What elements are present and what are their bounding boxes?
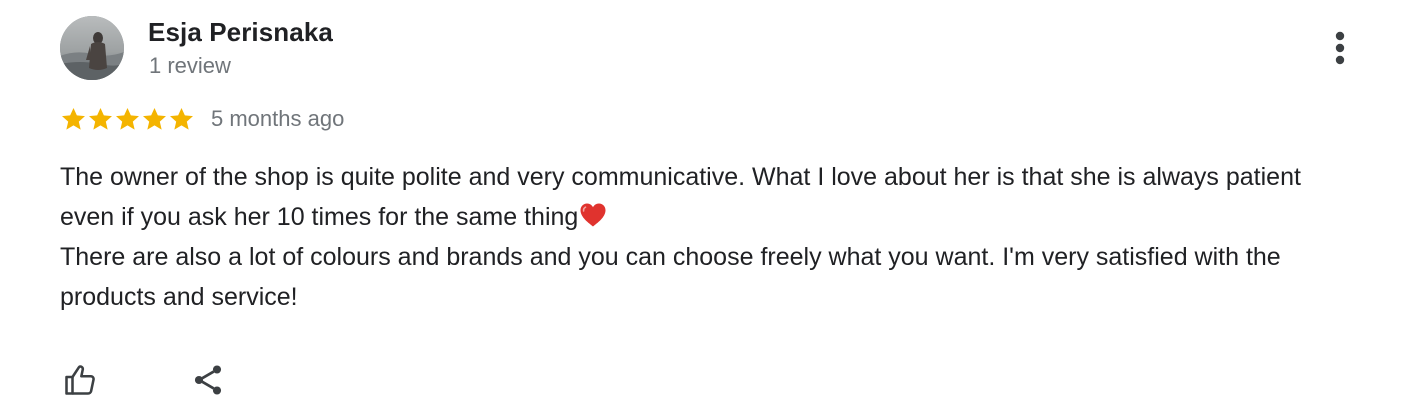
review-paragraph-text: There are also a lot of colours and bran… bbox=[60, 243, 1281, 311]
review-paragraph: There are also a lot of colours and bran… bbox=[60, 237, 1360, 317]
star-icon bbox=[89, 107, 112, 130]
star-icon bbox=[170, 107, 193, 130]
review-time: 5 months ago bbox=[211, 106, 345, 131]
reviewer-avatar[interactable] bbox=[60, 16, 124, 80]
star-rating bbox=[60, 106, 195, 132]
red-heart-emoji bbox=[580, 203, 606, 227]
rating-row: 5 months ago bbox=[60, 104, 344, 134]
more-vert-icon bbox=[1335, 31, 1345, 65]
star-icon bbox=[62, 107, 85, 130]
review-paragraph-text: The owner of the shop is quite polite an… bbox=[60, 163, 1301, 231]
star-icon bbox=[143, 107, 166, 130]
review-text: The owner of the shop is quite polite an… bbox=[60, 157, 1360, 317]
like-button[interactable] bbox=[58, 358, 102, 402]
thumbs-up-icon bbox=[65, 365, 95, 395]
review-paragraph: The owner of the shop is quite polite an… bbox=[60, 157, 1360, 237]
share-button[interactable] bbox=[186, 358, 230, 402]
share-icon bbox=[194, 365, 222, 395]
more-options-button[interactable] bbox=[1320, 28, 1360, 68]
reviewer-review-count[interactable]: 1 review bbox=[149, 53, 231, 79]
reviewer-name[interactable]: Esja Perisnaka bbox=[148, 17, 333, 48]
profile-photo-avatar bbox=[60, 16, 124, 80]
star-icon bbox=[116, 107, 139, 130]
